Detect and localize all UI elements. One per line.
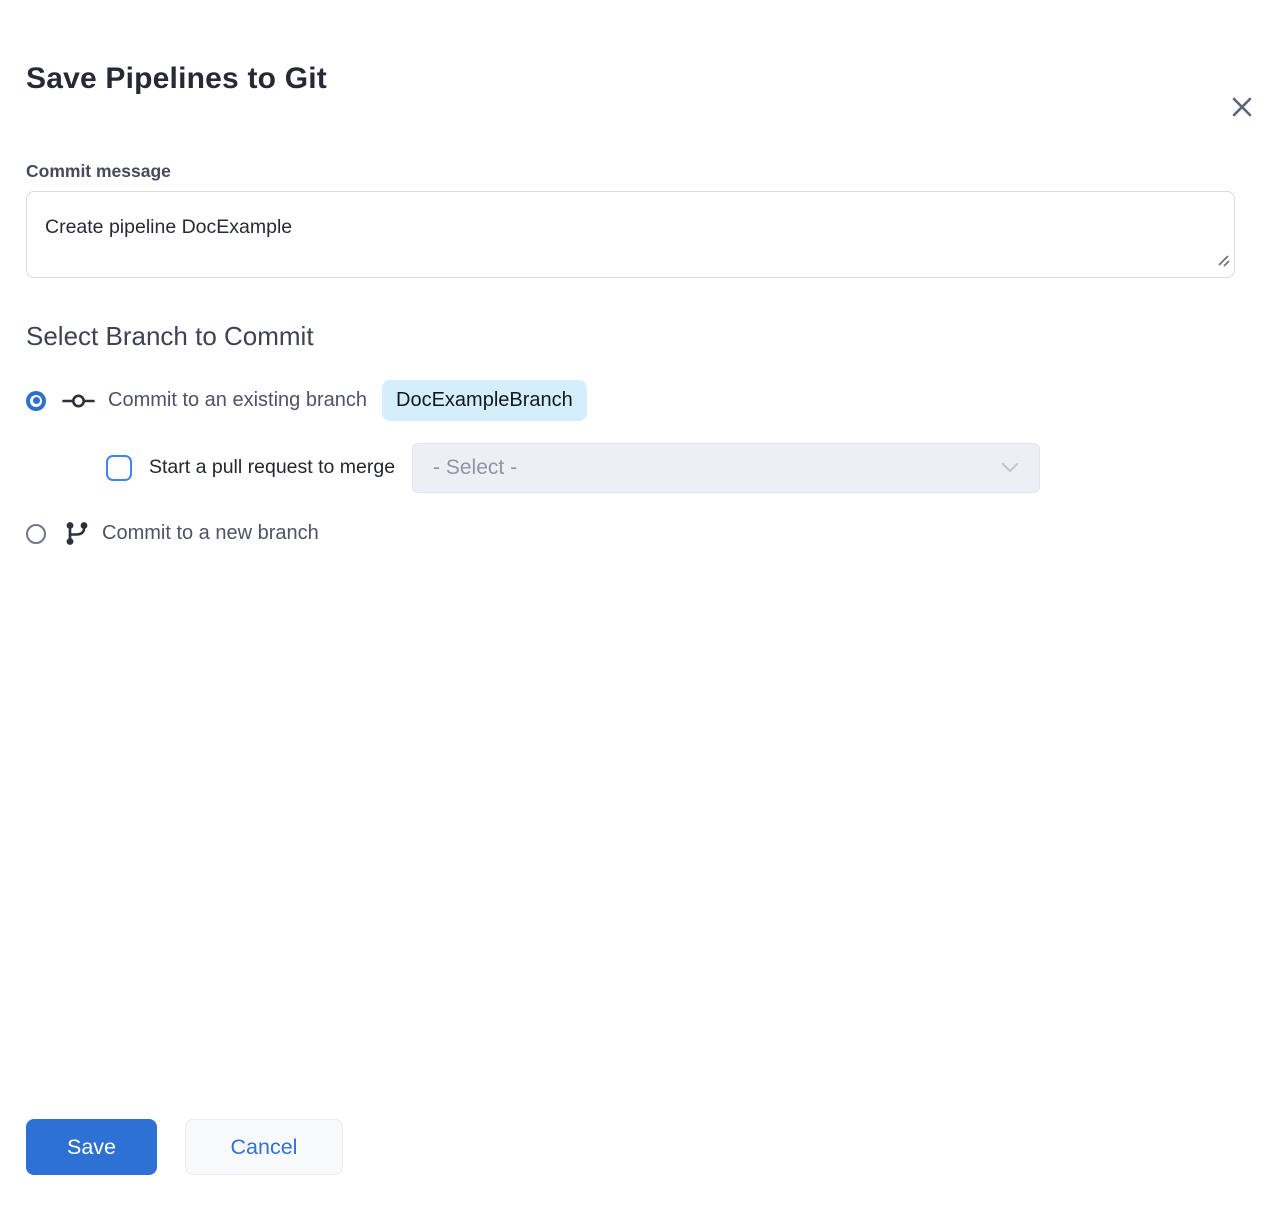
radio-ring: [30, 395, 42, 407]
save-button[interactable]: Save: [26, 1119, 157, 1175]
git-commit-icon: [62, 391, 95, 411]
new-branch-label[interactable]: Commit to a new branch: [102, 522, 319, 545]
cancel-button[interactable]: Cancel: [185, 1119, 343, 1175]
radio-dot: [33, 397, 40, 404]
branch-section-heading: Select Branch to Commit: [26, 321, 1235, 352]
pull-request-checkbox[interactable]: [106, 455, 132, 481]
existing-branch-radio[interactable]: [26, 391, 46, 411]
commit-message-wrap: Create pipeline DocExample: [26, 191, 1235, 278]
commit-message-input[interactable]: Create pipeline DocExample: [26, 191, 1235, 278]
select-placeholder: - Select -: [433, 456, 517, 480]
merge-target-select[interactable]: - Select -: [412, 443, 1040, 493]
existing-branch-label[interactable]: Commit to an existing branch: [108, 389, 367, 412]
close-icon: [1231, 96, 1253, 118]
branch-name-badge: DocExampleBranch: [382, 380, 587, 421]
save-pipelines-dialog: Save Pipelines to Git Commit message Cre…: [0, 60, 1265, 1212]
close-button[interactable]: [1229, 94, 1255, 120]
pull-request-row: Start a pull request to merge - Select -: [26, 443, 1235, 493]
page-title: Save Pipelines to Git: [26, 60, 1235, 98]
git-branch-icon: [64, 520, 89, 547]
pull-request-label[interactable]: Start a pull request to merge: [149, 456, 395, 479]
chevron-down-icon: [1001, 462, 1019, 473]
commit-message-label: Commit message: [26, 161, 1235, 182]
dialog-footer: Save Cancel: [26, 1119, 343, 1175]
existing-branch-row: Commit to an existing branch DocExampleB…: [26, 379, 1235, 423]
new-branch-row: Commit to a new branch: [26, 516, 1235, 552]
new-branch-radio[interactable]: [26, 524, 46, 544]
